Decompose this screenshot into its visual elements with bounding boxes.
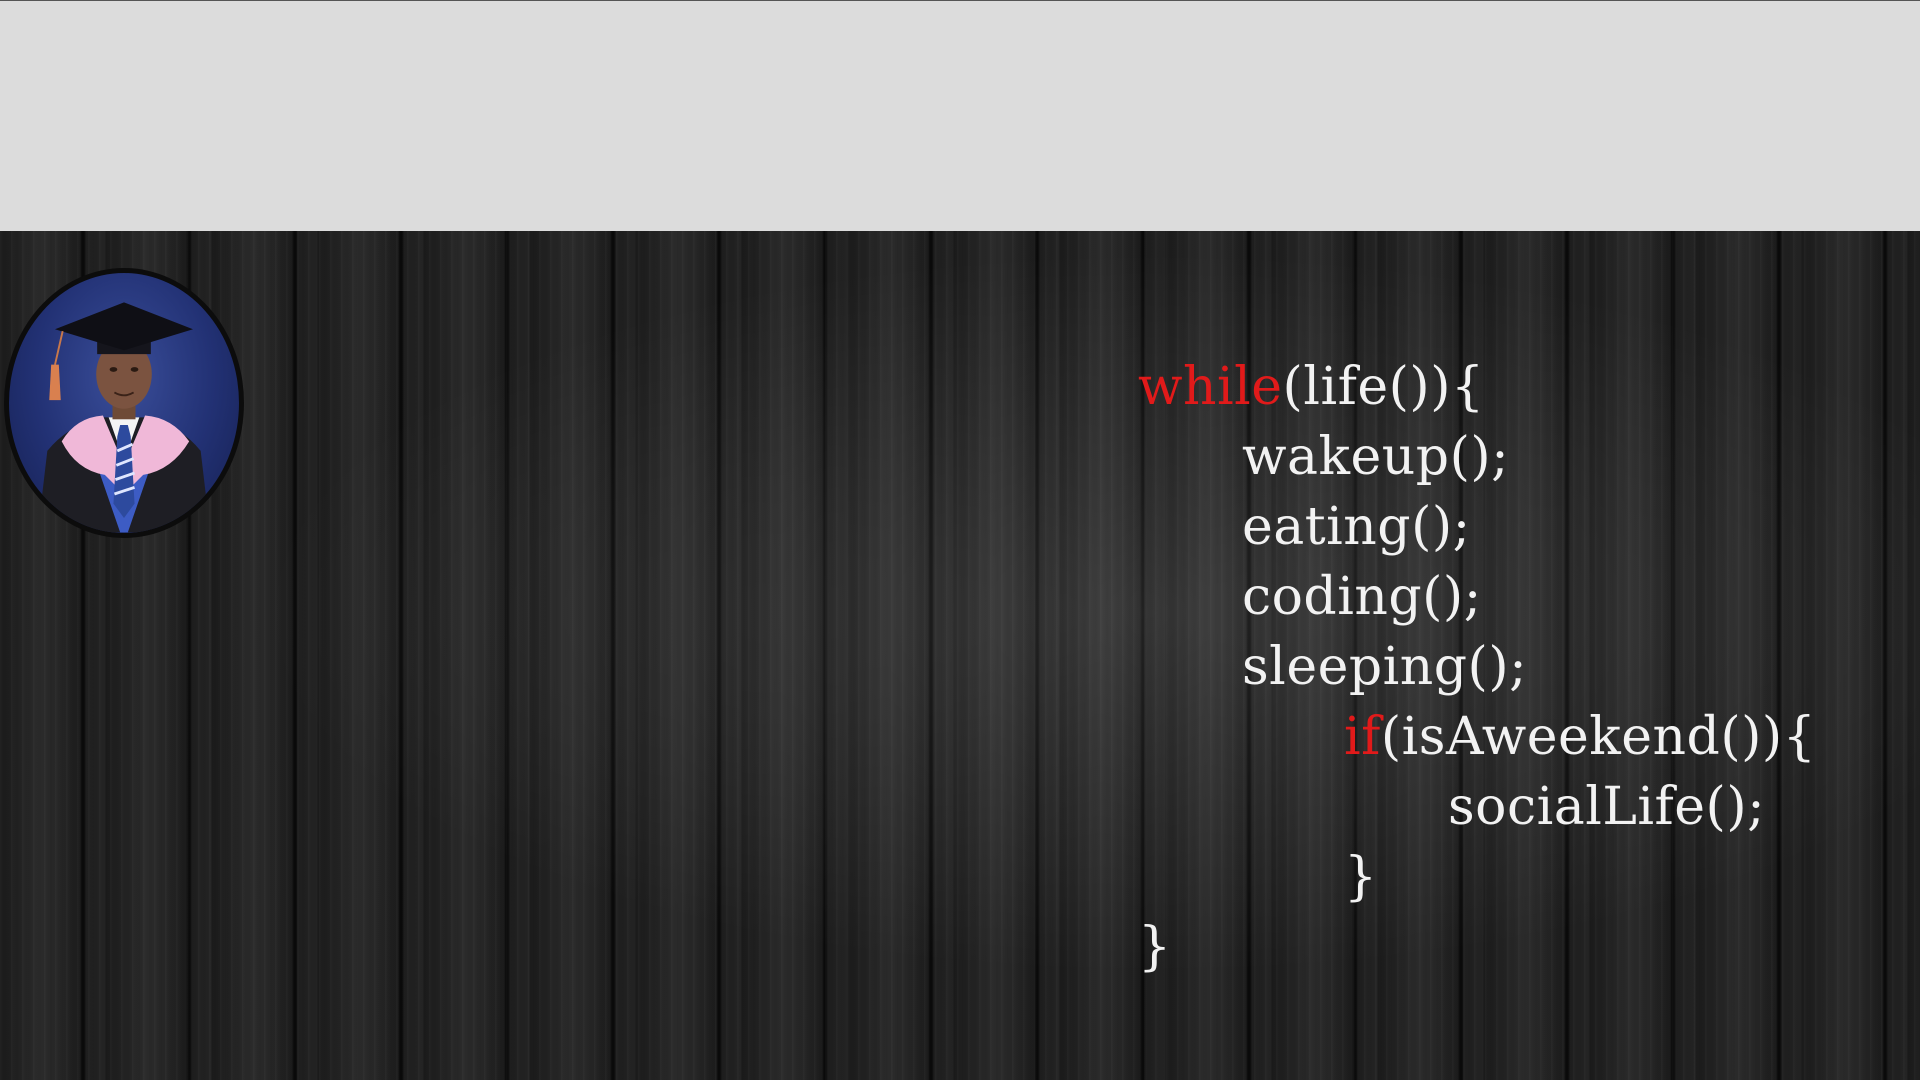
code-text: (isAweekend()){ xyxy=(1380,707,1817,767)
keyword-while: while xyxy=(1138,357,1283,417)
keyword-if: if xyxy=(1344,707,1381,767)
code-line-sleeping: sleeping(); xyxy=(1242,637,1528,697)
code-line-coding: coding(); xyxy=(1242,567,1482,627)
code-line-wakeup: wakeup(); xyxy=(1242,427,1510,487)
top-band xyxy=(0,0,1920,231)
code-line-close-while: } xyxy=(1138,917,1172,977)
code-line-if: if(isAweekend()){ xyxy=(1138,702,1816,772)
code-line-while: while(life()){ xyxy=(1138,352,1816,422)
code-line-eating: eating(); xyxy=(1242,497,1471,557)
avatar xyxy=(4,268,244,538)
code-block: while(life()){ wakeup(); eating(); codin… xyxy=(1138,352,1816,982)
code-line-sociallife: socialLife(); xyxy=(1448,777,1766,837)
code-line-close-if: } xyxy=(1344,847,1378,907)
code-text: (life()){ xyxy=(1282,357,1485,417)
page: while(life()){ wakeup(); eating(); codin… xyxy=(0,0,1920,1080)
graduate-portrait-icon xyxy=(37,302,211,533)
